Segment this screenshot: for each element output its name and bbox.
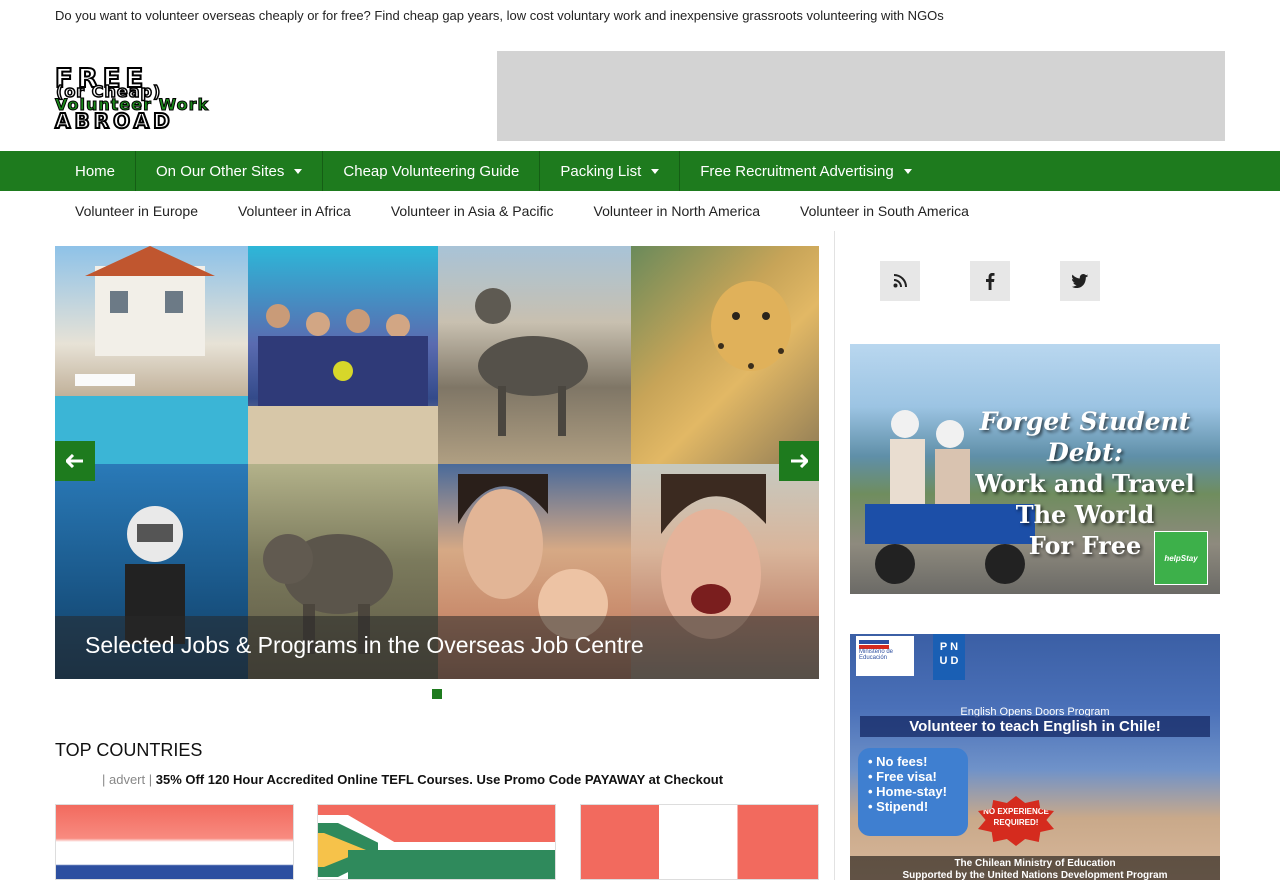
country-card-canada[interactable] [580, 804, 819, 880]
section-title-top-countries: TOP COUNTRIES [55, 740, 203, 760]
slide-caption[interactable]: Selected Jobs & Programs in the Overseas… [55, 616, 819, 679]
ad-line-2: Work and Travel [975, 469, 1195, 498]
benefit-item: • Free visa! [868, 769, 937, 784]
chile-ministry-logo: Ministerio de Educación [856, 636, 914, 676]
children-illustration [248, 304, 438, 464]
caret-down-icon [294, 168, 303, 174]
region-link-europe[interactable]: Volunteer in Europe [55, 203, 218, 219]
region-link-south-america[interactable]: Volunteer in South America [780, 203, 989, 219]
undp-line-1: P N [939, 641, 959, 653]
slide-photo-children-group [248, 246, 438, 464]
slider-prev-button[interactable] [55, 441, 95, 481]
sidebar-ad-helpstay[interactable]: Forget Student Debt: Work and Travel The… [850, 344, 1220, 594]
benefit-item: • Home-stay! [868, 784, 947, 799]
advert-link[interactable]: 35% Off 120 Hour Accredited Online TEFL … [156, 772, 723, 787]
nav-item-other-sites[interactable]: On Our Other Sites [136, 151, 324, 191]
dog-illustration [475, 288, 588, 436]
leopard-illustration [711, 281, 791, 371]
slide-photo-leopard [631, 246, 819, 464]
south-africa-flag [318, 815, 555, 879]
caret-down-icon [903, 168, 912, 174]
region-link-asia-pacific[interactable]: Volunteer in Asia & Pacific [371, 203, 574, 219]
nav-item-label: Free Recruitment Advertising [700, 162, 894, 180]
facebook-button[interactable] [970, 261, 1010, 301]
rss-button[interactable] [880, 261, 920, 301]
twitter-button[interactable] [1060, 261, 1100, 301]
no-experience-starburst: NO EXPERIENCE REQUIRED! [978, 796, 1054, 846]
ad-headline: Volunteer to teach English in Chile! [860, 716, 1210, 737]
arrow-right-icon [791, 454, 808, 468]
undp-line-2: U D [939, 655, 959, 667]
slide-photo-dog [438, 246, 631, 464]
arrow-left-icon [66, 454, 83, 468]
nav-item-home[interactable]: Home [55, 151, 137, 191]
undp-logo: P N U D [933, 634, 965, 680]
nav-item-label: Packing List [560, 162, 642, 180]
nav-item-recruitment-advertising[interactable]: Free Recruitment Advertising [680, 151, 931, 191]
ad-footer: The Chilean Ministry of Education Suppor… [850, 856, 1220, 880]
slide-photo-villa-pool [55, 246, 248, 464]
slide-caption-text: Selected Jobs & Programs in the Overseas… [85, 632, 644, 658]
site-logo[interactable]: FREE (or Cheap) Volunteer Work ABROAD [54, 65, 310, 132]
benefit-item: • No fees! [868, 754, 928, 769]
ad-benefits-list: • No fees! • Free visa! • Home-stay! • S… [858, 748, 968, 836]
facebook-icon [986, 273, 995, 290]
helpstay-logo: helpStay [1154, 531, 1208, 585]
nav-item-label: On Our Other Sites [156, 162, 285, 180]
nav-item-volunteering-guide[interactable]: Cheap Volunteering Guide [323, 151, 541, 191]
ad-line-1: Forget Student Debt: [979, 407, 1191, 467]
chile-ministry-label: Ministerio de Educación [859, 649, 894, 661]
caret-down-icon [651, 168, 660, 174]
nav-item-label: Home [75, 162, 116, 180]
logo-stripe-blue [859, 640, 889, 644]
main-nav: Home On Our Other Sites Cheap Volunteeri… [0, 151, 1280, 191]
region-nav: Volunteer in Europe Volunteer in Africa … [55, 191, 989, 231]
ad-line-3: The World [1015, 500, 1155, 529]
slider-dot-active[interactable] [432, 689, 442, 699]
villa-illustration [55, 246, 248, 464]
advert-line: | advert | 35% Off 120 Hour Accredited O… [102, 772, 723, 787]
country-card-netherlands[interactable] [55, 804, 294, 880]
benefit-item: • Stipend! [868, 799, 929, 814]
rss-icon [893, 274, 907, 288]
advert-tag: | advert | [102, 772, 153, 787]
twitter-icon [1072, 274, 1088, 288]
sidebar-ad-english-opens-doors[interactable]: Ministerio de Educación P N U D English … [850, 634, 1220, 880]
column-divider [834, 231, 835, 880]
ad-footer-line-1: The Chilean Ministry of Education [954, 858, 1116, 869]
country-card-south-africa[interactable] [317, 804, 556, 880]
region-link-africa[interactable]: Volunteer in Africa [218, 203, 371, 219]
ad-footer-line-2: Supported by the United Nations Developm… [902, 870, 1168, 880]
ad-logos: Ministerio de Educación P N U D [850, 634, 1220, 682]
region-link-north-america[interactable]: Volunteer in North America [574, 203, 781, 219]
site-tagline: Do you want to volunteer overseas cheapl… [55, 8, 944, 23]
nav-item-packing-list[interactable]: Packing List [540, 151, 681, 191]
header-ad-banner[interactable] [497, 51, 1225, 141]
nav-item-label: Cheap Volunteering Guide [343, 162, 520, 180]
slider-next-button[interactable] [779, 441, 819, 481]
image-slider[interactable]: Selected Jobs & Programs in the Overseas… [55, 246, 819, 679]
